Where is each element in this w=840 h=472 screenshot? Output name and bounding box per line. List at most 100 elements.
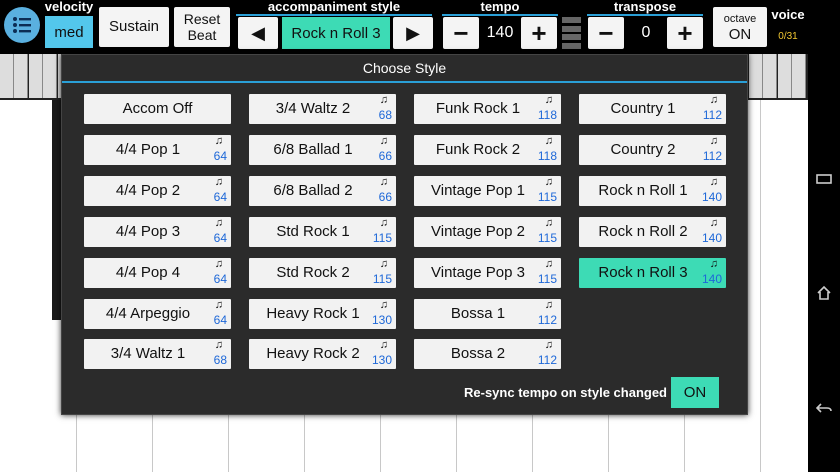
transpose-value: 0: [641, 24, 651, 41]
accompaniment-underline: [236, 14, 432, 16]
reset-beat-button[interactable]: Reset Beat: [174, 7, 230, 47]
music-note-icon: ♫: [379, 339, 388, 351]
transpose-minus-button[interactable]: −: [588, 17, 624, 49]
style-name: Funk Rock 1: [435, 100, 521, 117]
style-tempo: 118: [537, 149, 557, 163]
style-name: Country 1: [610, 100, 676, 117]
mini-white-key[interactable]: [43, 54, 58, 98]
style-option[interactable]: 4/4 Arpeggio ♫ 64: [84, 299, 231, 329]
velocity-button[interactable]: med: [45, 16, 93, 48]
music-note-icon: ♫: [214, 217, 223, 229]
style-option[interactable]: Heavy Rock 2 ♫ 130: [249, 339, 396, 369]
music-note-icon: ♫: [214, 258, 223, 270]
style-tempo: 140: [701, 190, 722, 204]
music-note-icon: ♫: [709, 217, 718, 229]
style-option[interactable]: Std Rock 1 ♫ 115: [249, 217, 396, 247]
style-option[interactable]: Vintage Pop 1 ♫ 115: [414, 176, 561, 206]
style-option[interactable]: Vintage Pop 3 ♫ 115: [414, 258, 561, 288]
music-note-icon: ♫: [379, 176, 388, 188]
mini-white-key[interactable]: [748, 54, 763, 98]
style-option[interactable]: Rock n Roll 2 ♫ 140: [579, 217, 726, 247]
tempo-minus-button[interactable]: −: [443, 17, 479, 49]
list-menu-icon: [13, 17, 31, 33]
mini-white-key[interactable]: [14, 54, 29, 98]
style-option[interactable]: Heavy Rock 1 ♫ 130: [249, 299, 396, 329]
octave-label: octave: [723, 13, 757, 25]
music-note-icon: ♫: [709, 135, 718, 147]
style-name: Vintage Pop 3: [431, 264, 525, 281]
mini-white-key[interactable]: [763, 54, 778, 98]
menu-button[interactable]: [4, 7, 40, 43]
style-tempo: 118: [537, 108, 557, 122]
style-tempo: 140: [701, 272, 722, 286]
style-name: Heavy Rock 1: [266, 305, 360, 322]
music-note-icon: ♫: [709, 176, 718, 188]
style-option[interactable]: Rock n Roll 3 ♫ 140: [579, 258, 726, 288]
transpose-plus-button[interactable]: +: [667, 17, 703, 49]
style-option[interactable]: 3/4 Waltz 1 ♫ 68: [84, 339, 231, 369]
style-option[interactable]: Std Rock 2 ♫ 115: [249, 258, 396, 288]
style-name: Rock n Roll 2: [598, 223, 688, 240]
music-note-icon: ♫: [379, 135, 388, 147]
style-tempo: 64: [213, 231, 227, 245]
style-name: Vintage Pop 2: [431, 223, 525, 240]
style-name: Std Rock 2: [276, 264, 350, 281]
style-tempo: 112: [537, 313, 557, 327]
mini-white-key[interactable]: [0, 54, 14, 98]
style-option[interactable]: 6/8 Ballad 2 ♫ 66: [249, 176, 396, 206]
resync-toggle-button[interactable]: ON: [671, 377, 719, 408]
style-tempo: 112: [537, 353, 557, 367]
style-option[interactable]: Bossa 2 ♫ 112: [414, 339, 561, 369]
style-tempo: 130: [371, 313, 392, 327]
style-option[interactable]: 6/8 Ballad 1 ♫ 66: [249, 135, 396, 165]
style-option[interactable]: Bossa 1 ♫ 112: [414, 299, 561, 329]
next-style-button[interactable]: ▶: [393, 17, 433, 49]
style-name: Bossa 2: [450, 345, 506, 362]
sustain-button[interactable]: Sustain: [99, 7, 169, 47]
mini-white-key[interactable]: [792, 54, 806, 98]
style-option[interactable]: Accom Off: [84, 94, 231, 124]
style-option[interactable]: 4/4 Pop 4 ♫ 64: [84, 258, 231, 288]
style-option[interactable]: 4/4 Pop 3 ♫ 64: [84, 217, 231, 247]
music-note-icon: ♫: [544, 339, 553, 351]
style-option[interactable]: 3/4 Waltz 2 ♫ 68: [249, 94, 396, 124]
octave-button[interactable]: octave ON: [713, 7, 767, 47]
recent-apps-icon[interactable]: [816, 172, 832, 191]
style-option[interactable]: 4/4 Pop 2 ♫ 64: [84, 176, 231, 206]
style-option[interactable]: Rock n Roll 1 ♫ 140: [579, 176, 726, 206]
style-option[interactable]: Funk Rock 1 ♫ 118: [414, 94, 561, 124]
reset-beat-line1: Reset: [183, 11, 221, 27]
style-name: Country 2: [610, 141, 676, 158]
style-option[interactable]: 4/4 Pop 1 ♫ 64: [84, 135, 231, 165]
music-note-icon: ♫: [214, 339, 223, 351]
back-icon[interactable]: [815, 400, 832, 421]
style-option[interactable]: Country 2 ♫ 112: [579, 135, 726, 165]
choose-style-dialog: Choose Style Accom Off 4/4 Pop 1 ♫ 64 4/4 Po…: [61, 54, 748, 415]
dialog-title: Choose Style: [362, 60, 447, 76]
style-option[interactable]: Funk Rock 2 ♫ 118: [414, 135, 561, 165]
velocity-label: velocity: [44, 0, 94, 14]
music-note-icon: ♫: [379, 94, 388, 106]
style-name: Rock n Roll 1: [598, 182, 688, 199]
style-name: 3/4 Waltz 1: [110, 345, 186, 362]
music-note-icon: ♫: [214, 299, 223, 311]
style-tempo: 68: [378, 108, 392, 122]
style-tempo: 115: [372, 272, 392, 286]
style-name: Accom Off: [122, 100, 193, 117]
style-name: Bossa 1: [450, 305, 506, 322]
home-icon[interactable]: [816, 285, 832, 306]
octave-value: ON: [728, 26, 752, 43]
style-tempo: 64: [213, 190, 227, 204]
style-option[interactable]: Country 1 ♫ 112: [579, 94, 726, 124]
style-name: 4/4 Pop 2: [115, 182, 181, 199]
prev-style-button[interactable]: ◀: [238, 17, 278, 49]
tempo-label: tempo: [480, 0, 520, 14]
mini-white-key[interactable]: [777, 54, 792, 98]
current-style-display[interactable]: Rock n Roll 3: [282, 17, 390, 49]
style-option[interactable]: Vintage Pop 2 ♫ 115: [414, 217, 561, 247]
system-nav-bar: [808, 0, 840, 472]
style-name: 4/4 Pop 4: [115, 264, 181, 281]
mini-white-key[interactable]: [28, 54, 43, 98]
tempo-plus-button[interactable]: +: [521, 17, 557, 49]
voice-count[interactable]: 0/31: [770, 30, 806, 44]
